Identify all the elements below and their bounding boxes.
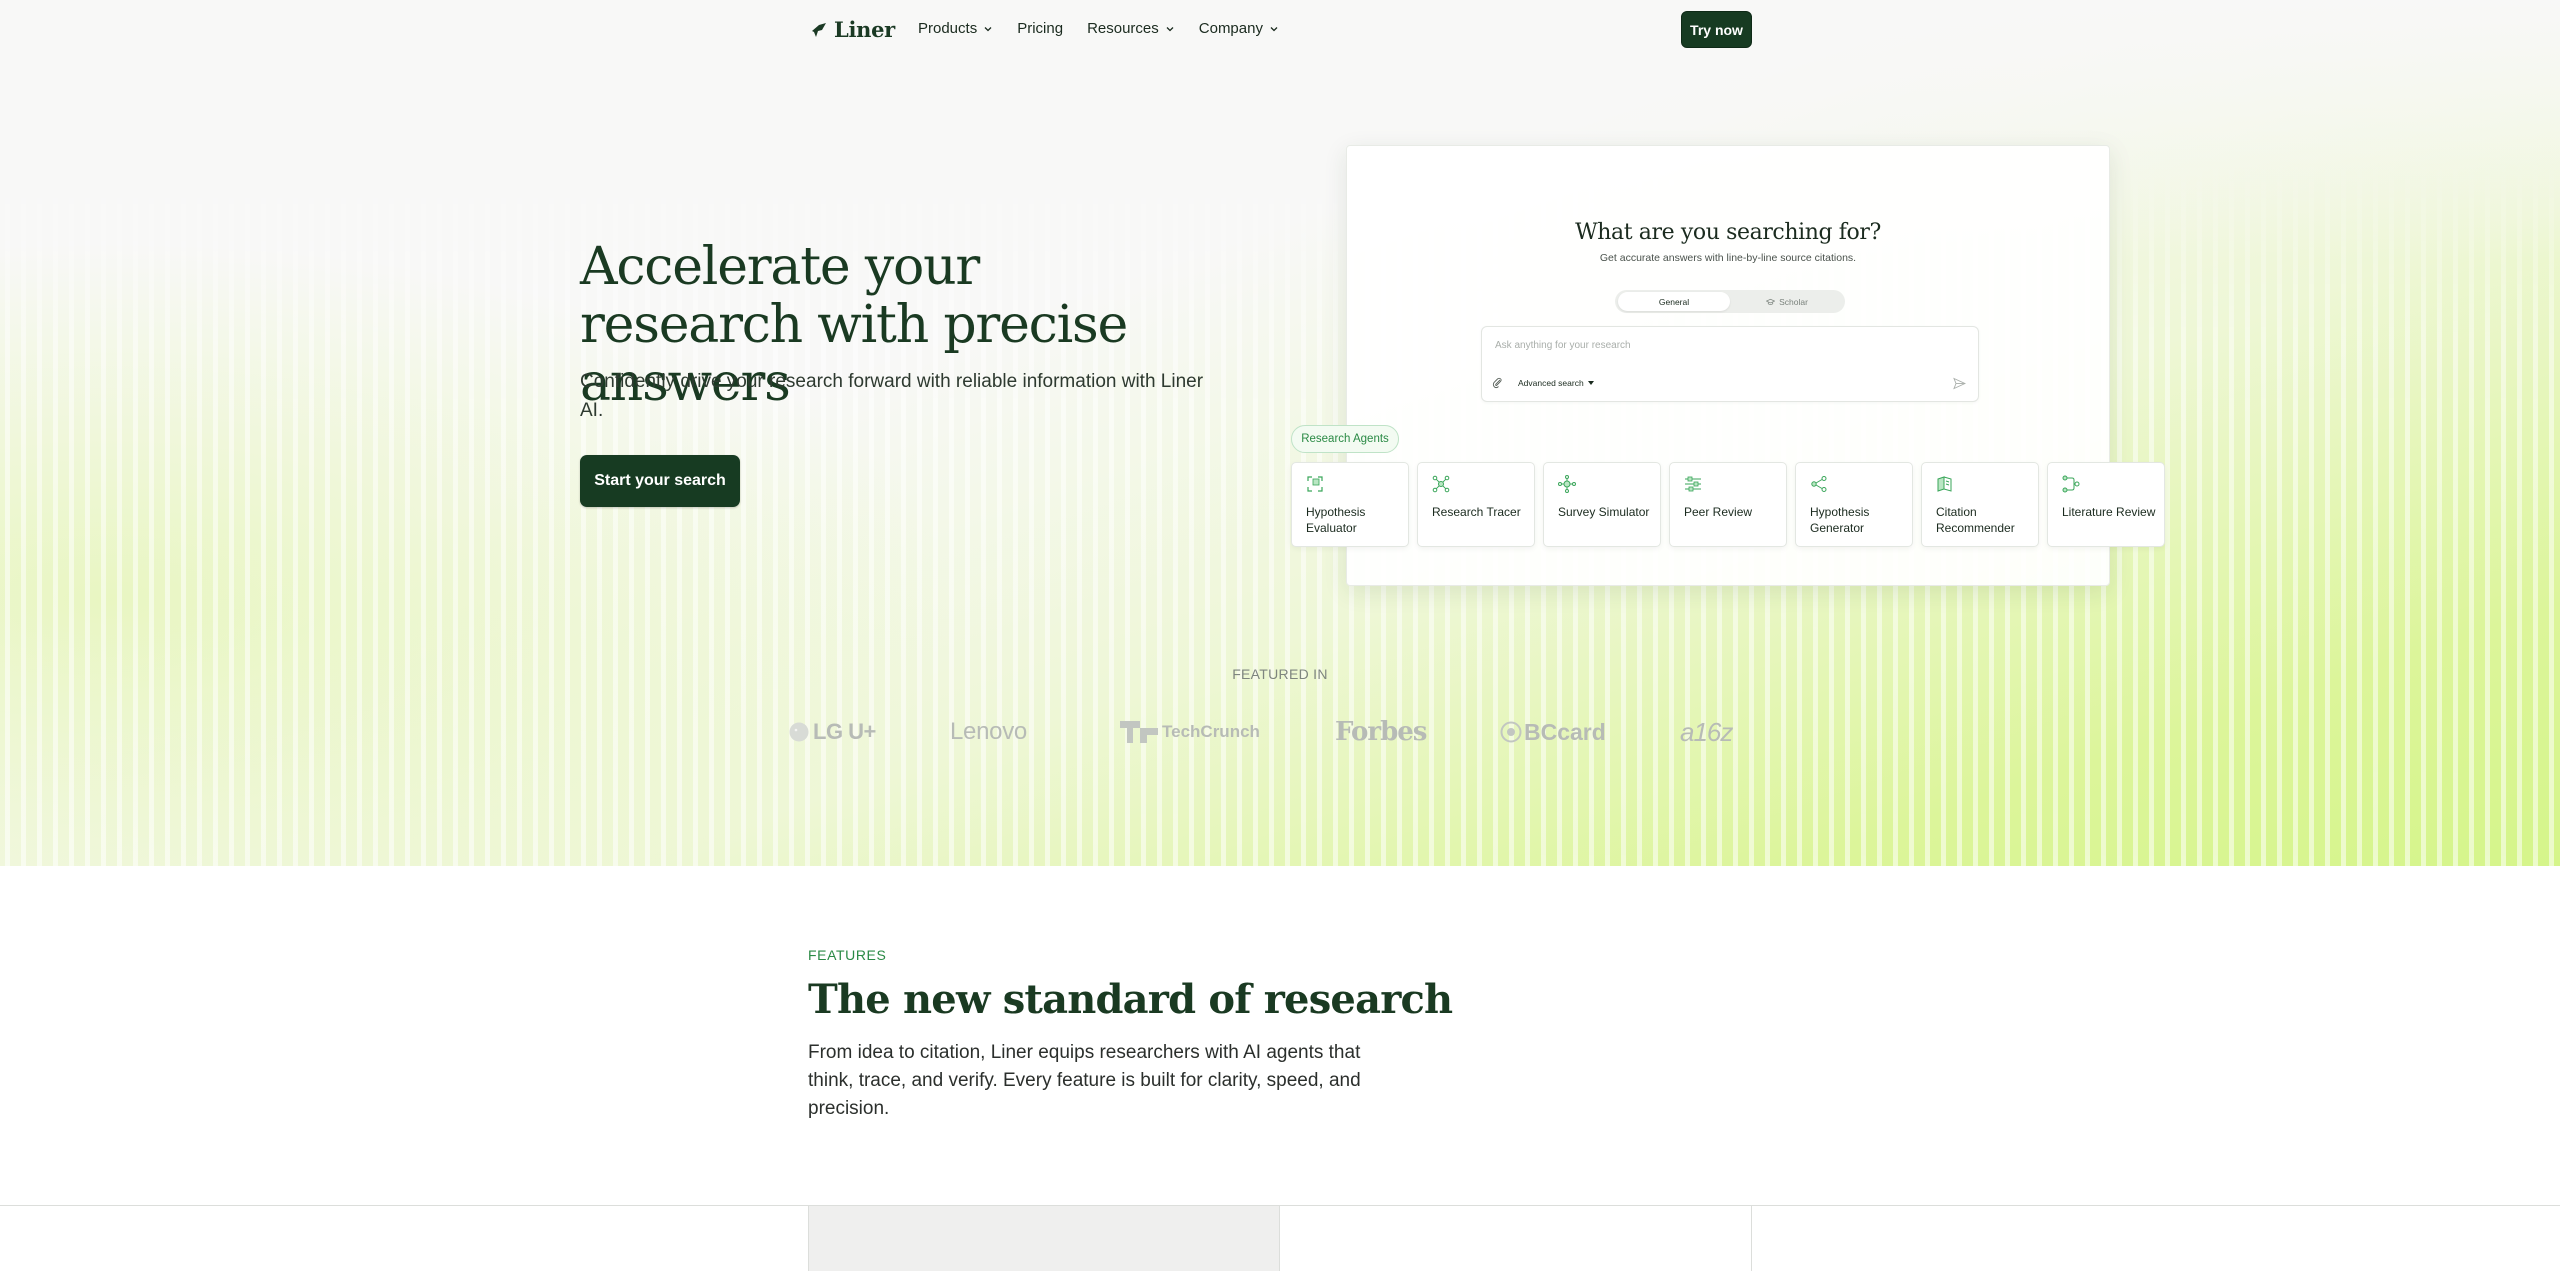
chevron-down-icon — [1270, 26, 1278, 31]
agent-label: Research Tracer — [1432, 505, 1521, 519]
flow-icon — [2062, 475, 2080, 493]
agent-card-peer-review[interactable]: Peer Review — [1669, 462, 1787, 547]
chevron-down-icon — [1166, 26, 1174, 31]
logo-text: BCcard — [1524, 718, 1606, 745]
nav-item-products[interactable]: Products — [918, 20, 993, 37]
liner-logo-icon — [812, 22, 826, 37]
share-nodes-icon — [1811, 476, 1827, 492]
lg-circle-icon — [789, 722, 809, 742]
nav-item-resources[interactable]: Resources — [1087, 20, 1175, 37]
features-description: From idea to citation, Liner equips rese… — [808, 1042, 1361, 1119]
tab-label: Scholar — [1779, 296, 1808, 307]
research-agents-tag: Research Agents — [1291, 425, 1399, 453]
logo-text: a16z — [1680, 716, 1733, 747]
search-input-box[interactable]: Ask anything for your research Advanced … — [1481, 326, 1979, 402]
logo-text: TechCrunch — [1162, 722, 1260, 741]
mockup-title: What are you searching for? — [1575, 220, 1881, 245]
agent-card-citation-recommender[interactable]: Citation Recommender — [1921, 462, 2039, 547]
start-search-button[interactable]: Start your search — [580, 455, 740, 507]
agent-label: Hypothesis Evaluator — [1306, 505, 1366, 535]
book-icon — [1937, 476, 1952, 492]
agent-card-hypothesis-generator[interactable]: Hypothesis Generator — [1795, 462, 1913, 547]
featured-in-label: FEATURED IN — [1232, 666, 1328, 682]
tab-general[interactable]: General — [1618, 292, 1730, 311]
expand-icon — [1307, 476, 1323, 492]
agent-label: Survey Simulator — [1558, 505, 1650, 519]
features-section: FEATURES The new standard of research Fr… — [0, 866, 2560, 1271]
agent-label: Literature Review — [2062, 505, 2156, 519]
advanced-search-dropdown[interactable]: Advanced search — [1518, 378, 1594, 388]
agent-card-literature-review[interactable]: Literature Review — [2047, 462, 2165, 547]
try-now-button[interactable]: Try now — [1681, 11, 1752, 48]
divider — [0, 1205, 2560, 1206]
features-eyebrow: FEATURES — [808, 947, 887, 963]
liner-logo[interactable]: Liner — [810, 17, 895, 42]
lg-uplus-logo: LG U+ — [788, 712, 876, 752]
mockup-subtitle: Get accurate answers with line-by-line s… — [1599, 252, 1857, 264]
column-divider — [1751, 1206, 1752, 1271]
agent-label: Peer Review — [1684, 505, 1753, 519]
featured-logos: LG U+ Lenovo TechCrunch Forbes BCcard a1… — [780, 712, 1780, 752]
features-title: The new standard of research — [808, 976, 1453, 1023]
a16z-logo: a16z — [1680, 712, 1733, 752]
techcrunch-mark-icon — [1120, 721, 1158, 743]
top-navbar: Liner Products Pricing Resources Company… — [0, 0, 2560, 60]
logo-text: Forbes — [1335, 717, 1427, 747]
nav-item-company[interactable]: Company — [1199, 20, 1279, 37]
bccard-logo: BCcard — [1500, 712, 1606, 752]
search-placeholder: Ask anything for your research — [1495, 340, 1631, 351]
logo-text: LG U+ — [813, 719, 876, 744]
tab-label: General — [1658, 296, 1690, 307]
logo-text: Lenovo — [950, 718, 1027, 745]
nav-item-label: Pricing — [1017, 20, 1064, 37]
agent-card-survey-simulator[interactable]: Survey Simulator — [1543, 462, 1661, 547]
graduation-cap-icon — [1766, 298, 1776, 305]
page: Liner Products Pricing Resources Company… — [0, 0, 2560, 1271]
nav-item-pricing[interactable]: Pricing — [1017, 20, 1063, 37]
bccard-circle-icon — [1500, 721, 1522, 743]
nav-item-label: Resources — [1087, 20, 1159, 37]
techcrunch-logo: TechCrunch — [1120, 712, 1260, 752]
molecule-icon — [1558, 475, 1576, 493]
sliders-icon — [1685, 476, 1701, 492]
caret-down-icon — [1587, 380, 1594, 385]
network-icon — [1432, 475, 1450, 493]
nav-links: Products Pricing Resources Company — [918, 20, 1279, 37]
feature-card[interactable] — [808, 1206, 1280, 1271]
chevron-down-icon — [984, 26, 992, 31]
search-mode-toggle: General Scholar — [1615, 290, 1845, 313]
paperclip-icon[interactable] — [1492, 377, 1504, 389]
nav-item-label: Company — [1198, 20, 1263, 37]
agent-label: Hypothesis Generator — [1810, 505, 1870, 535]
nav-item-label: Products — [918, 20, 978, 37]
lenovo-logo: Lenovo — [950, 712, 1027, 752]
forbes-logo: Forbes — [1335, 712, 1427, 752]
agent-label: Citation Recommender — [1936, 505, 2015, 535]
logo-text: Liner — [834, 17, 895, 42]
agent-card-hypothesis-evaluator[interactable]: Hypothesis Evaluator — [1291, 462, 1409, 547]
agent-card-research-tracer[interactable]: Research Tracer — [1417, 462, 1535, 547]
research-agents-list: Hypothesis Evaluator Research Tracer Sur… — [1291, 462, 2165, 547]
tab-scholar[interactable]: Scholar — [1731, 292, 1843, 311]
hero-subtitle: Confidently drive your research forward … — [580, 371, 1204, 421]
send-icon[interactable] — [1953, 377, 1966, 390]
advanced-search-label: Advanced search — [1518, 378, 1584, 388]
